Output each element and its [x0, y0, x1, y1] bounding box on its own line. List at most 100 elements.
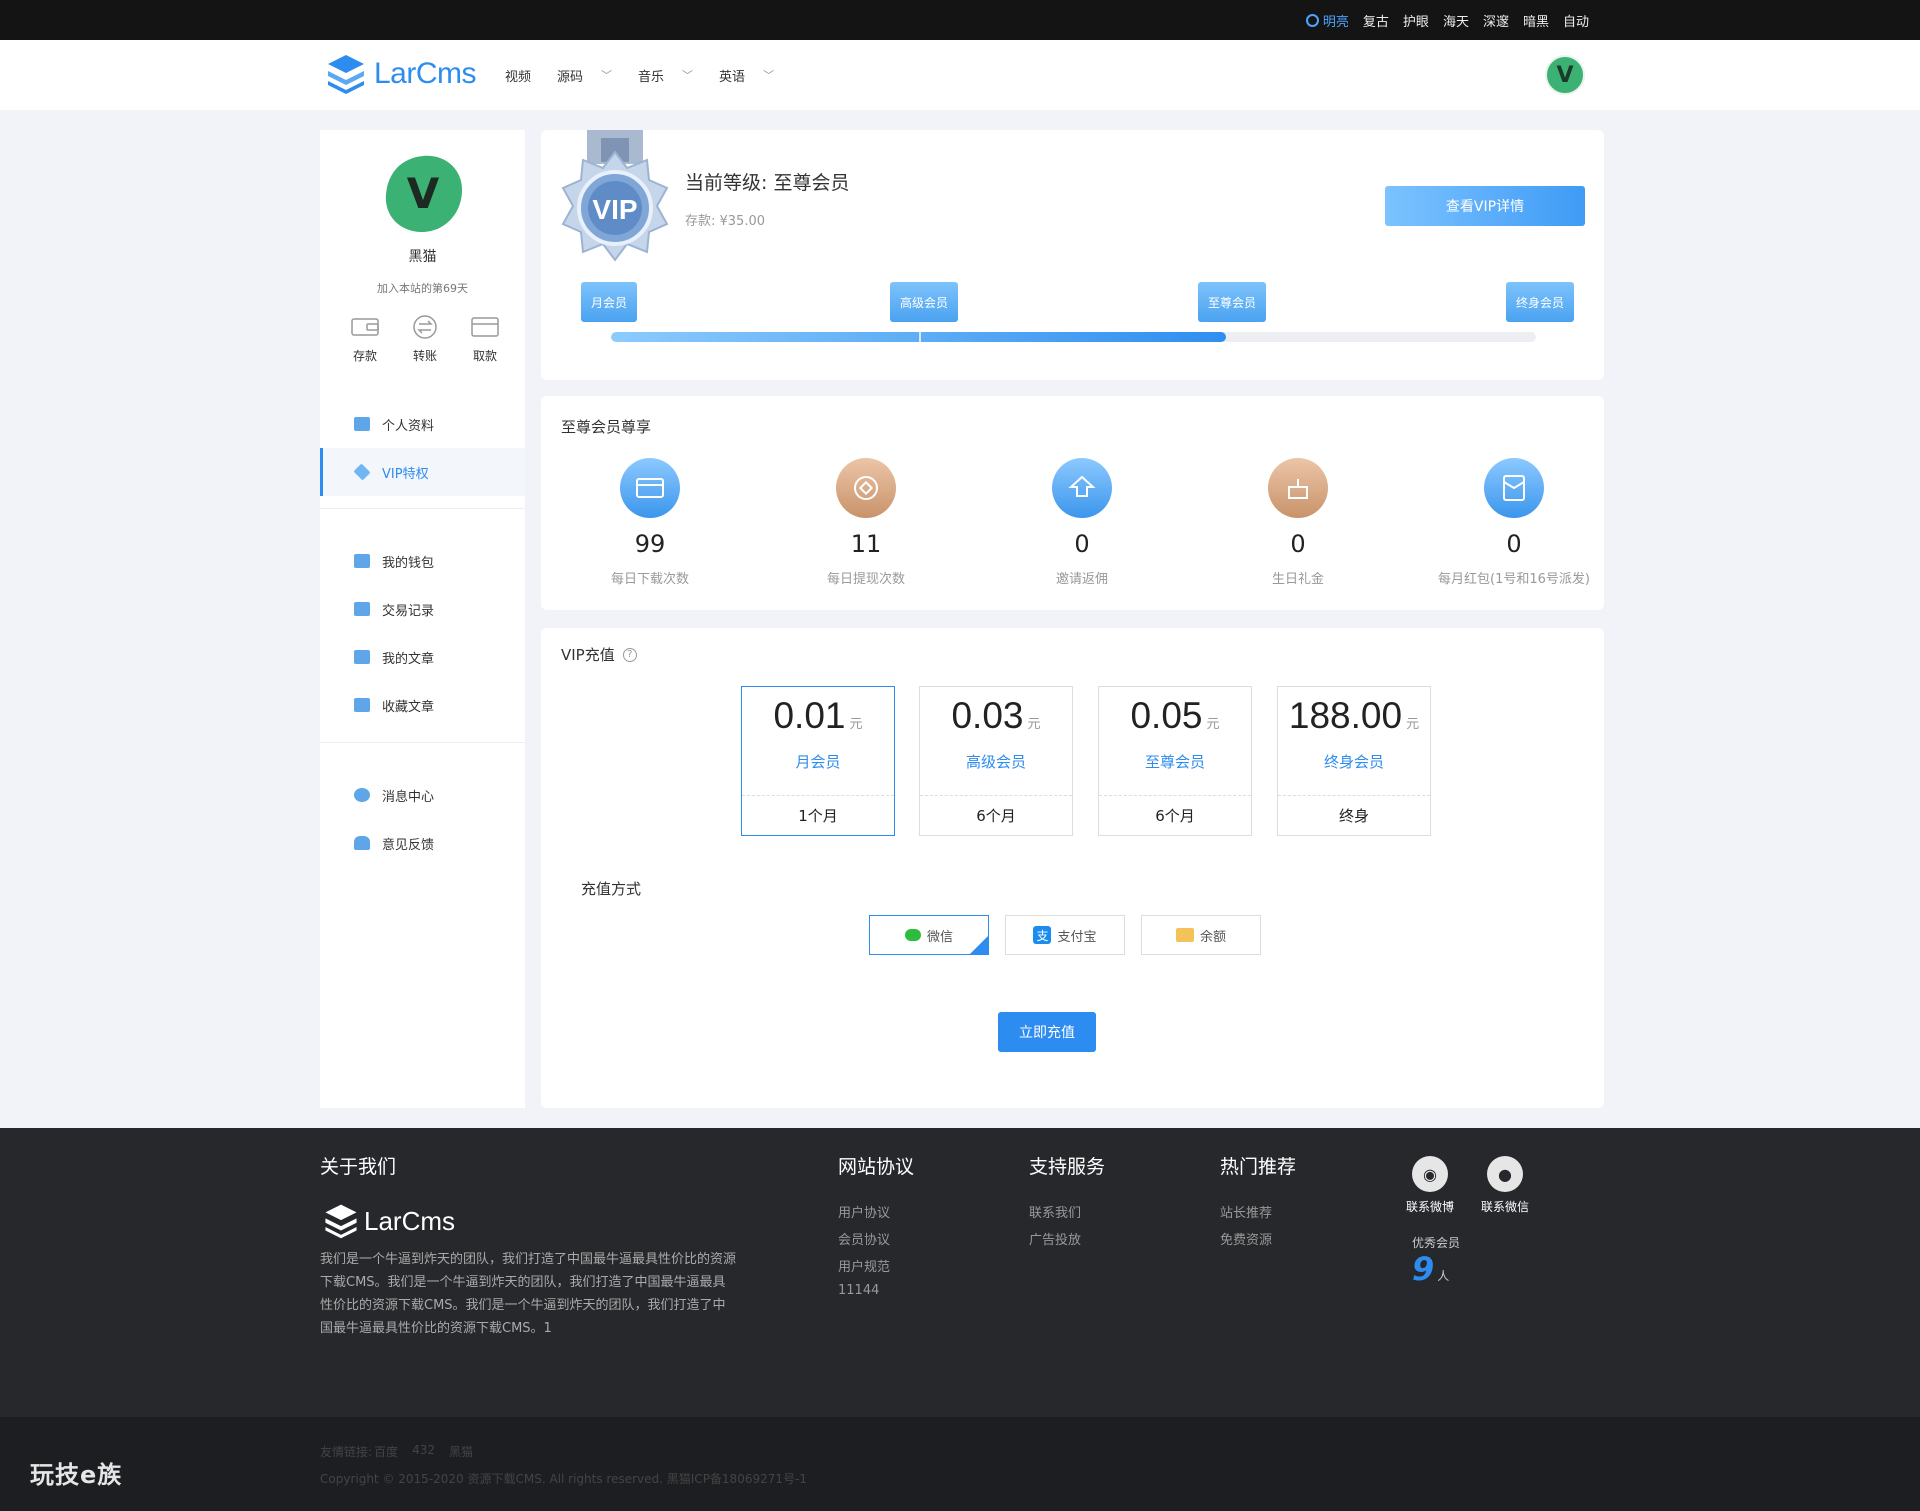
footer-link[interactable]: 用户协议	[838, 1202, 890, 1221]
sidebar-item-articles[interactable]: 我的文章	[320, 633, 525, 681]
id-card-icon	[354, 417, 370, 431]
footer-about-text: 我们是一个牛逼到炸天的团队，我们打造了中国最牛逼最具性价比的资源下载CMS。我们…	[320, 1252, 737, 1336]
theme-bright[interactable]: 明亮	[1299, 11, 1356, 30]
sidebar-item-feedback[interactable]: 意见反馈	[320, 819, 525, 867]
menu-label: 我的文章	[382, 651, 435, 667]
menu-label: VIP特权	[382, 466, 429, 482]
friend-link[interactable]: 百度	[374, 1443, 398, 1460]
pay-alipay[interactable]: 支 支付宝	[1005, 915, 1125, 955]
article-icon	[354, 650, 370, 664]
perks-title: 至尊会员尊享	[561, 418, 652, 436]
footer-link[interactable]: 联系我们	[1029, 1202, 1081, 1221]
user-avatar[interactable]: V	[1545, 55, 1585, 95]
theme-deep[interactable]: 深邃	[1476, 11, 1516, 30]
footer-link[interactable]: 广告投放	[1029, 1229, 1081, 1248]
menu-label: 交易记录	[382, 603, 435, 619]
card-icon	[470, 315, 500, 339]
friend-link[interactable]: 432	[412, 1443, 435, 1460]
plan-advanced[interactable]: 0.03 元 高级会员 6个月	[919, 686, 1073, 836]
nav-label: 音乐	[638, 69, 665, 85]
footer-logo: LarCms	[322, 1202, 455, 1240]
sidebar-item-vip[interactable]: VIP特权	[320, 448, 525, 496]
plan-price: 0.05	[1130, 695, 1203, 736]
weibo-icon: ◉	[1412, 1156, 1448, 1192]
theme-retro[interactable]: 复古	[1356, 11, 1396, 30]
footer-link[interactable]: 用户规范	[838, 1256, 890, 1275]
withdraw-button[interactable]: 取款	[460, 315, 510, 364]
nav-item-music[interactable]: 音乐 ﹀	[638, 66, 693, 85]
contact-weibo[interactable]: ◉ 联系微博	[1406, 1156, 1454, 1215]
plan-lifetime[interactable]: 188.00 元 终身会员 终身	[1277, 686, 1431, 836]
perk-birthday: 0 生日礼金	[1198, 458, 1398, 587]
friend-link[interactable]: 黑猫	[449, 1443, 473, 1460]
logo-text: LarCms	[374, 57, 477, 90]
divider	[320, 742, 525, 743]
sidebar-item-favorites[interactable]: 收藏文章	[320, 681, 525, 729]
action-label: 转账	[412, 349, 437, 363]
pay-balance[interactable]: 余额	[1141, 915, 1261, 955]
message-icon	[354, 788, 370, 802]
nav-label: 视频	[505, 69, 532, 85]
plan-name: 至尊会员	[1144, 753, 1205, 771]
social-label: 联系微信	[1481, 1200, 1530, 1214]
nav-item-english[interactable]: 英语 ﹀	[719, 66, 774, 85]
level-progress-track	[611, 332, 1536, 342]
contact-wechat[interactable]: ● 联系微信	[1481, 1156, 1529, 1215]
recharge-title: VIP充值	[561, 646, 615, 664]
pay-wechat[interactable]: 微信	[869, 915, 989, 955]
transfer-button[interactable]: 转账	[400, 315, 450, 364]
layers-logo-icon	[328, 55, 364, 94]
plan-duration: 6个月	[920, 795, 1072, 836]
perk-value: 0	[1290, 530, 1306, 558]
pay-method-label: 充值方式	[581, 880, 642, 898]
site-header	[0, 40, 1920, 110]
sidebar-item-wallet[interactable]: 我的钱包	[320, 537, 525, 585]
footer-link[interactable]: 11144	[838, 1283, 879, 1298]
deposit-button[interactable]: 存款	[340, 315, 390, 364]
avatar-letter: V	[407, 169, 440, 218]
theme-label: 护眼	[1402, 14, 1429, 30]
menu-label: 我的钱包	[382, 555, 435, 571]
members-count-row: 9 人	[1412, 1250, 1449, 1288]
chevron-down-icon: ﹀	[682, 69, 694, 82]
theme-auto[interactable]: 自动	[1556, 11, 1596, 30]
footer-col-title: 网站协议	[838, 1156, 915, 1178]
wallet-icon	[354, 554, 370, 568]
nav-item-video[interactable]: 视频	[505, 66, 531, 85]
theme-sea[interactable]: 海天	[1436, 11, 1476, 30]
sidebar-item-profile[interactable]: 个人资料	[320, 400, 525, 448]
members-count: 9	[1412, 1250, 1435, 1288]
plan-monthly[interactable]: 0.01 元 月会员 1个月	[741, 686, 895, 836]
perk-value: 11	[850, 530, 882, 558]
sidebar-item-messages[interactable]: 消息中心	[320, 771, 525, 819]
recharge-submit-button[interactable]: 立即充值	[998, 1012, 1096, 1052]
footer-link[interactable]: 免费资源	[1220, 1229, 1272, 1248]
pay-label: 余额	[1199, 929, 1226, 945]
plan-supreme[interactable]: 0.05 元 至尊会员 6个月	[1098, 686, 1252, 836]
menu-label: 消息中心	[382, 789, 435, 805]
avatar[interactable]: V	[382, 154, 464, 234]
theme-label: 自动	[1562, 14, 1589, 30]
footer-link[interactable]: 会员协议	[838, 1229, 890, 1248]
members-label: 优秀会员	[1412, 1236, 1461, 1250]
vip-perks-card: 至尊会员尊享 99 每日下载次数 11 每日提现次数 0 邀请返佣 0 生日礼金…	[541, 396, 1604, 610]
view-vip-details-button[interactable]: 查看VIP详情	[1385, 186, 1585, 226]
plan-price: 0.01	[773, 695, 846, 736]
cake-icon	[1268, 458, 1328, 518]
theme-dark[interactable]: 暗黑	[1516, 11, 1556, 30]
plan-price-row: 0.05 元	[1099, 695, 1251, 737]
members-unit: 人	[1437, 1269, 1450, 1283]
help-icon[interactable]: ?	[622, 647, 637, 662]
site-logo[interactable]: LarCms	[324, 52, 477, 96]
bell-icon	[354, 836, 370, 850]
watermark-brand: 玩技e族	[30, 1461, 123, 1489]
theme-eyecare[interactable]: 护眼	[1396, 11, 1436, 30]
footer-link[interactable]: 站长推荐	[1220, 1202, 1272, 1221]
currency-unit: 元	[849, 716, 863, 731]
nav-item-source[interactable]: 源码 ﹀	[557, 66, 612, 85]
vip-recharge-card: VIP充值 ? 0.01 元 月会员 1个月 0.03 元 高级会员 6个月 0.0…	[541, 628, 1604, 1108]
friend-links-label: 友情链接:	[320, 1445, 373, 1459]
red-envelope-icon	[1484, 458, 1544, 518]
sidebar-item-records[interactable]: 交易记录	[320, 585, 525, 633]
currency-unit: 元	[1406, 716, 1420, 731]
